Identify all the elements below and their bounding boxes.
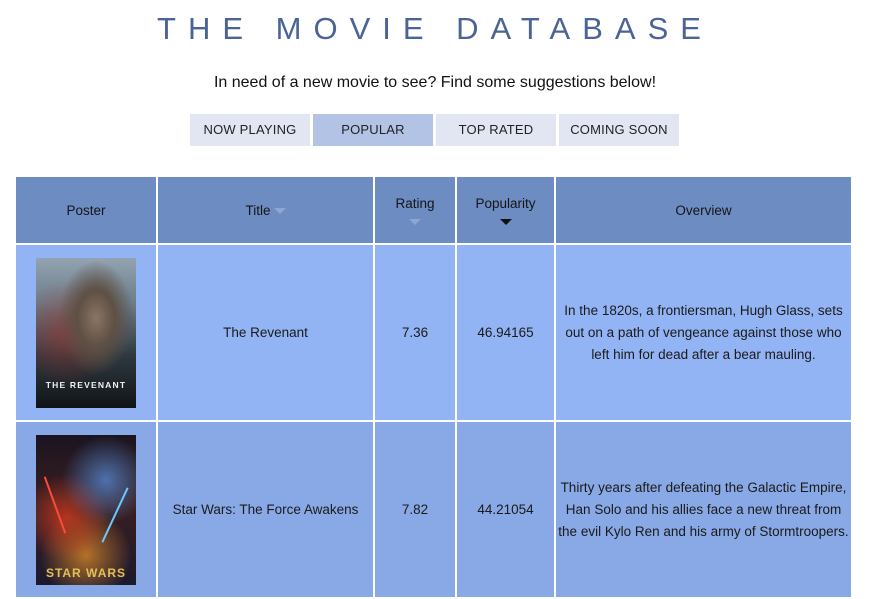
movies-table: Poster Title Rating Popularity Overview … [14, 175, 853, 599]
lightsaber-blue-decor [101, 486, 129, 543]
sort-down-icon[interactable] [409, 218, 421, 225]
column-header-label: Overview [675, 202, 732, 218]
site-subtitle: In need of a new movie to see? Find some… [213, 74, 657, 91]
column-header-label: Poster [66, 202, 106, 218]
rating-cell: 7.82 [375, 422, 455, 597]
lightsaber-red-decor [43, 475, 67, 534]
table-row[interactable]: STAR WARS Star Wars: The Force Awakens 7… [16, 422, 851, 597]
title-cell: Star Wars: The Force Awakens [158, 422, 373, 597]
poster-title-text: STAR WARS [45, 565, 127, 580]
column-header-poster: Poster [16, 177, 156, 243]
column-header-label: Popularity [475, 195, 536, 211]
overview-cell: Thirty years after defeating the Galacti… [556, 422, 851, 597]
tab-coming-soon[interactable]: COMING SOON [559, 114, 679, 146]
category-tabs: NOW PLAYING POPULAR TOP RATED COMING SOO… [190, 114, 682, 146]
column-header-label: Rating [395, 195, 435, 211]
column-header-popularity[interactable]: Popularity [457, 177, 554, 243]
popularity-cell: 44.21054 [457, 422, 554, 597]
title-cell: The Revenant [158, 245, 373, 420]
movie-poster-image[interactable]: STAR WARS [36, 434, 136, 585]
column-header-label: Title [245, 202, 271, 218]
sort-down-icon[interactable] [273, 207, 286, 214]
overview-cell: In the 1820s, a frontiersman, Hugh Glass… [556, 245, 851, 420]
rating-cell: 7.36 [375, 245, 455, 420]
tab-top-rated[interactable]: TOP RATED [436, 114, 556, 146]
column-header-rating[interactable]: Rating [375, 177, 455, 243]
site-title: THE MOVIE DATABASE [157, 11, 713, 46]
sort-active-down-icon[interactable] [499, 218, 512, 225]
tab-popular[interactable]: POPULAR [313, 114, 433, 146]
poster-cell: THE REVENANT [16, 245, 156, 420]
table-row[interactable]: THE REVENANT The Revenant 7.36 46.94165 … [16, 245, 851, 420]
movie-poster-image[interactable]: THE REVENANT [36, 257, 136, 408]
poster-title-text: THE REVENANT [45, 379, 127, 390]
table-header-row: Poster Title Rating Popularity Overview [16, 177, 851, 243]
poster-cell: STAR WARS [16, 422, 156, 597]
tab-now-playing[interactable]: NOW PLAYING [190, 114, 310, 146]
column-header-title[interactable]: Title [158, 177, 373, 243]
popularity-cell: 46.94165 [457, 245, 554, 420]
column-header-overview: Overview [556, 177, 851, 243]
